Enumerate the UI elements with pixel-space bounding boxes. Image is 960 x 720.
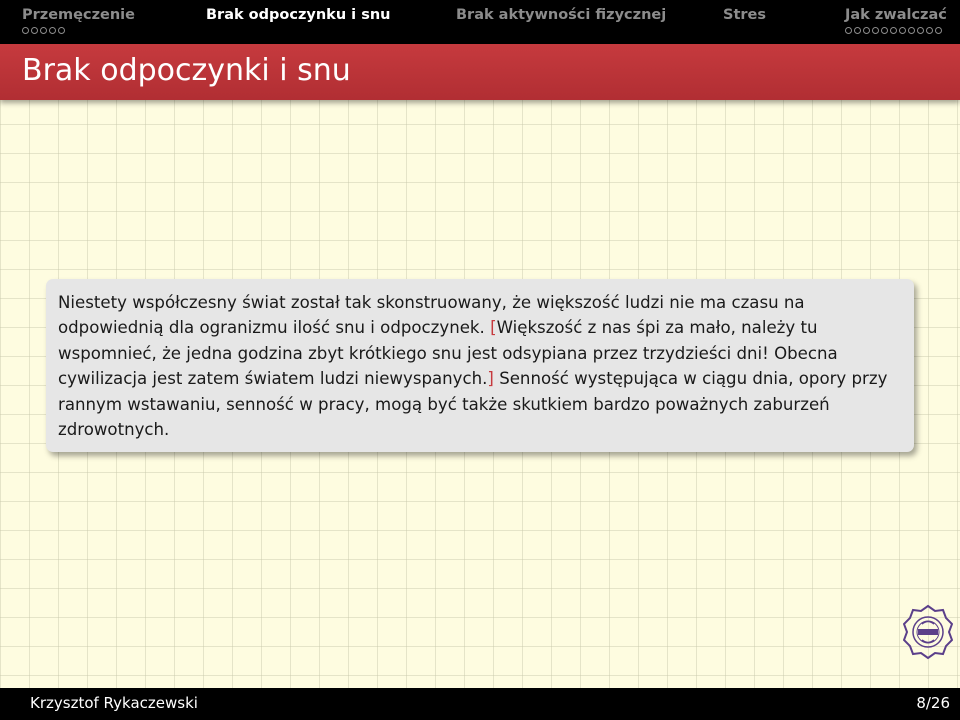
nav-section-label: Przemęczenie — [22, 7, 135, 23]
nav-subsection-dot[interactable] — [935, 27, 942, 34]
nav-subsection-dot[interactable] — [881, 27, 888, 34]
university-seal-icon — [902, 604, 954, 660]
nav-subsection-dot[interactable] — [899, 27, 906, 34]
section-navigation-bar: Przemęczenie Brak odpoczynku i snu Brak … — [0, 0, 960, 44]
nav-subsection-dot[interactable] — [890, 27, 897, 34]
nav-section-label: Brak odpoczynku i snu — [206, 7, 391, 23]
nav-subsection-dot[interactable] — [863, 27, 870, 34]
nav-subsection-dot[interactable] — [22, 27, 29, 34]
nav-subsection-dot[interactable] — [926, 27, 933, 34]
nav-subsection-dot[interactable] — [917, 27, 924, 34]
nav-section-label: Stres — [723, 7, 766, 23]
nav-section-dots — [845, 27, 942, 34]
nav-section-dots — [22, 27, 65, 34]
nav-section-label: Jak zwalczać — [845, 7, 947, 23]
university-seal-icon-graphic — [902, 604, 954, 660]
nav-subsection-dot[interactable] — [58, 27, 65, 34]
footer-bar: Krzysztof Rykaczewski 8/26 — [0, 688, 960, 720]
bracket-close: ] — [487, 369, 494, 389]
nav-subsection-dot[interactable] — [31, 27, 38, 34]
nav-subsection-dot[interactable] — [40, 27, 47, 34]
page-number: 8/26 — [916, 694, 950, 712]
nav-subsection-dot[interactable] — [854, 27, 861, 34]
nav-subsection-dot[interactable] — [845, 27, 852, 34]
nav-subsection-dot[interactable] — [49, 27, 56, 34]
nav-subsection-dot[interactable] — [908, 27, 915, 34]
content-paragraph: Niestety współczesny świat został tak sk… — [58, 290, 908, 442]
nav-subsection-dot[interactable] — [872, 27, 879, 34]
frame-title-bar: Brak odpoczynki i snu — [0, 44, 960, 100]
frame-title: Brak odpoczynki i snu — [22, 53, 351, 88]
footer-author: Krzysztof Rykaczewski — [30, 694, 198, 712]
content-block: Niestety współczesny świat został tak sk… — [46, 279, 914, 452]
nav-section-label: Brak aktywności fizycznej — [456, 7, 667, 23]
